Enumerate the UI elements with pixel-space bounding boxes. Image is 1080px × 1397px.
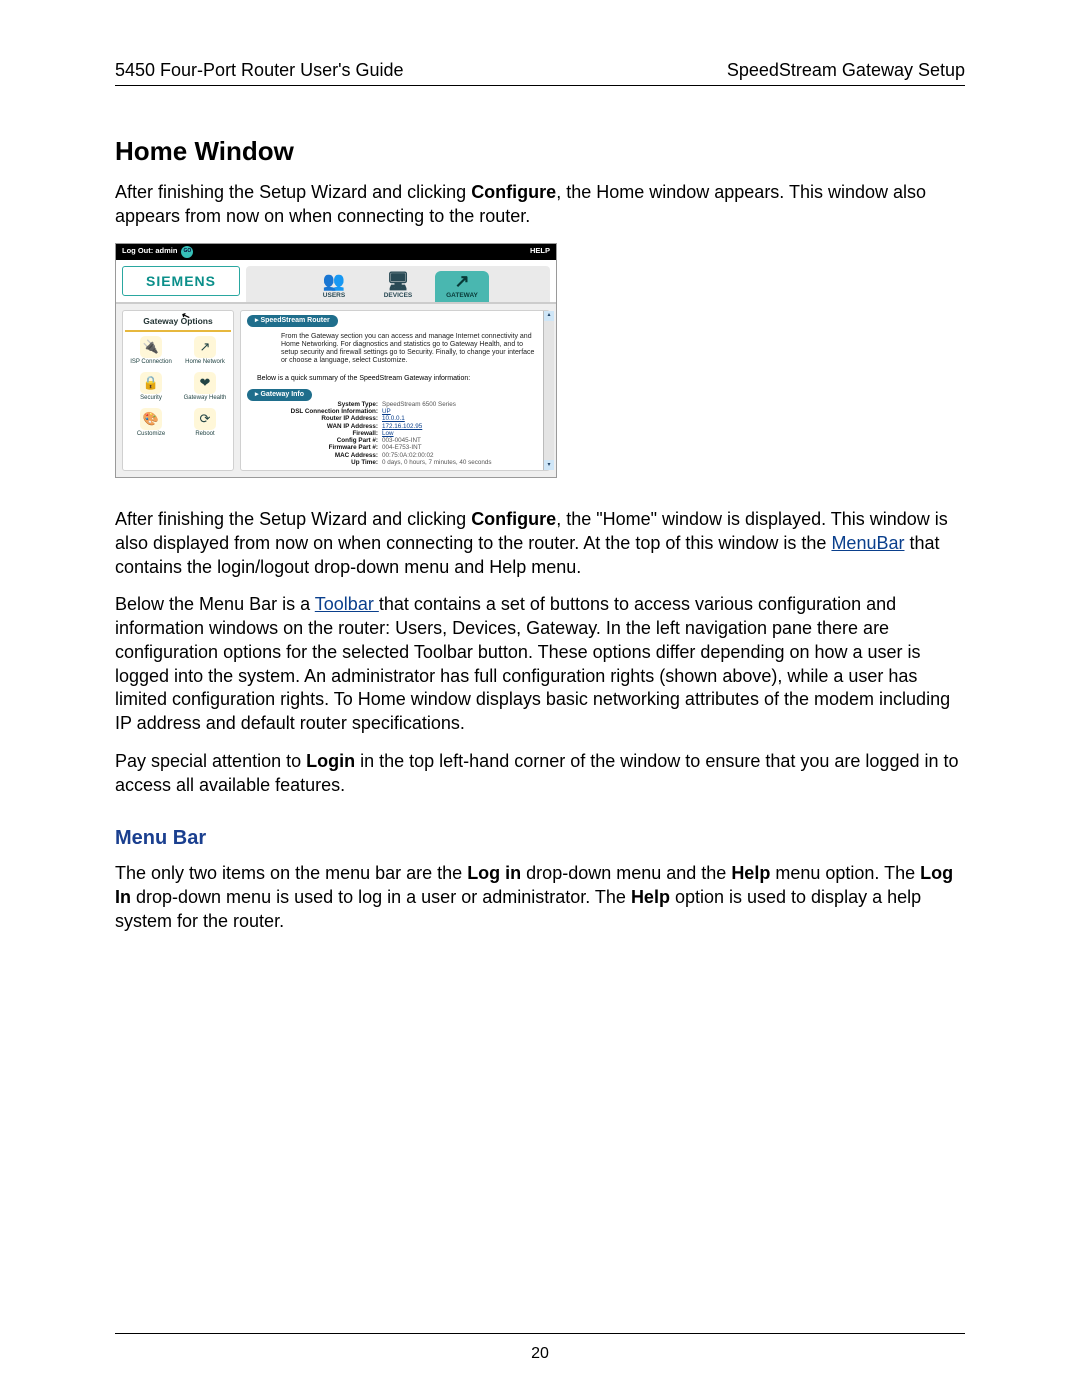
sidebar-grid: 🔌ISP Connection↗Home Network🔒Security❤Ga… [125,336,231,438]
gateway-icon: ↗ [454,271,469,291]
footer-rule [115,1333,965,1334]
summary-lead: Below is a quick summary of the SpeedStr… [247,369,543,385]
paragraph-5: The only two items on the menu bar are t… [115,862,965,933]
info-key: DSL Connection Information: [267,408,382,415]
users-icon: 👥 [323,271,345,291]
p5-t3: menu option. The [770,863,920,883]
tab-label: DEVICES [384,292,413,299]
router-pill[interactable]: ▸ SpeedStream Router [247,315,338,327]
go-button[interactable]: GO [181,246,193,258]
home-network-icon: ↗ [194,336,216,358]
sidebar-item-isp-connection[interactable]: 🔌ISP Connection [125,336,177,366]
toolbar-tabs: 👥USERS 🖥DEVICES ↗GATEWAY [246,266,550,302]
paragraph-3: Below the Menu Bar is a Toolbar that con… [115,593,965,736]
tab-users[interactable]: 👥USERS [307,271,361,301]
devices-icon: 🖥 [387,271,410,291]
header-rule [115,85,965,86]
info-key: Up Time: [267,459,382,466]
p5-b1: Log in [467,863,521,883]
info-value[interactable]: 10.0.0.1 [382,415,543,422]
sidebar-item-label: Security [140,395,162,402]
header-left: 5450 Four-Port Router User's Guide [115,60,404,81]
info-value[interactable]: Low [382,430,543,437]
info-key: Router IP Address: [267,415,382,422]
scrollbar[interactable]: ▴ ▾ [543,311,554,470]
isp-connection-icon: 🔌 [140,336,162,358]
document-page: 5450 Four-Port Router User's Guide Speed… [0,0,1080,1397]
help-menu[interactable]: HELP [530,247,550,256]
p4-b1: Login [306,751,355,771]
intro-text: After finishing the Setup Wizard and cli… [115,182,471,202]
gateway-info-table: System Type:SpeedStream 6500 SeriesDSL C… [247,401,543,466]
scroll-up-icon[interactable]: ▴ [544,311,554,321]
p5-t1: The only two items on the menu bar are t… [115,863,467,883]
gateway-info-pill[interactable]: ▸ Gateway Info [247,389,312,401]
router-header: SIEMENS 👥USERS 🖥DEVICES ↗GATEWAY [116,260,556,304]
p5-t4: drop-down menu is used to log in a user … [131,887,631,907]
intro-bold: Configure [471,182,556,202]
sidebar-item-label: ISP Connection [130,359,172,366]
info-value: 003-0045-INT [382,437,543,444]
paragraph-2: After finishing the Setup Wizard and cli… [115,508,965,579]
info-key: Firewall: [267,430,382,437]
tab-gateway[interactable]: ↗GATEWAY [435,271,489,301]
siemens-logo: SIEMENS [122,266,240,296]
reboot-icon: ⟳ [194,408,216,430]
p2-t1: After finishing the Setup Wizard and cli… [115,509,471,529]
scroll-down-icon[interactable]: ▾ [544,460,554,470]
sidebar-item-label: Customize [137,431,165,438]
gateway-description: From the Gateway section you can access … [247,331,543,369]
tab-label: USERS [323,292,345,299]
p3-t2: that contains a set of buttons to access… [115,594,950,733]
router-menubar: Log Out: admin GO HELP [116,244,556,260]
section-title: Home Window [115,136,965,167]
sidebar-item-security[interactable]: 🔒Security [125,372,177,402]
sidebar-item-label: Reboot [195,431,214,438]
p5-t2: drop-down menu and the [521,863,731,883]
info-value: 004-E753-INT [382,444,543,451]
page-number: 20 [0,1345,1080,1363]
logout-dropdown[interactable]: Log Out: admin [122,247,177,256]
p5-b2: Help [731,863,770,883]
sidebar-title: Gateway Options ↖ [125,315,231,333]
tab-devices[interactable]: 🖥DEVICES [371,271,425,301]
main-panel: ▸ SpeedStream Router From the Gateway se… [240,310,550,471]
menubar-link[interactable]: MenuBar [831,533,904,553]
router-body: Gateway Options ↖ 🔌ISP Connection↗Home N… [116,304,556,477]
sidebar-item-label: Gateway Health [184,395,227,402]
info-key: System Type: [267,401,382,408]
info-key: MAC Address: [267,452,382,459]
subsection-title: Menu Bar [115,827,965,850]
sidebar-item-label: Home Network [185,359,225,366]
sidebar-item-reboot[interactable]: ⟳Reboot [179,408,231,438]
sidebar-title-text: Gateway Options [143,316,212,326]
sidebar-item-customize[interactable]: 🎨Customize [125,408,177,438]
p5-b4: Help [631,887,670,907]
info-key: Firmware Part #: [267,444,382,451]
tab-label: GATEWAY [446,292,478,299]
page-header: 5450 Four-Port Router User's Guide Speed… [115,60,965,85]
info-value: 0 days, 0 hours, 7 minutes, 40 seconds [382,459,543,466]
p2-b1: Configure [471,509,556,529]
sidebar-item-gateway-health[interactable]: ❤Gateway Health [179,372,231,402]
header-right: SpeedStream Gateway Setup [727,60,965,81]
info-key: Config Part #: [267,437,382,444]
info-value: SpeedStream 6500 Series [382,401,543,408]
p4-t1: Pay special attention to [115,751,306,771]
info-key: WAN IP Address: [267,423,382,430]
security-icon: 🔒 [140,372,162,394]
router-screenshot: Log Out: admin GO HELP SIEMENS 👥USERS 🖥DE… [115,243,557,479]
paragraph-4: Pay special attention to Login in the to… [115,750,965,798]
intro-paragraph: After finishing the Setup Wizard and cli… [115,181,965,229]
toolbar-link[interactable]: Toolbar [315,594,379,614]
sidebar: Gateway Options ↖ 🔌ISP Connection↗Home N… [122,310,234,471]
sidebar-item-home-network[interactable]: ↗Home Network [179,336,231,366]
info-value[interactable]: UP [382,408,543,415]
info-value[interactable]: 172.16.102.95 [382,423,543,430]
info-value: 00:75:0A:02:00:02 [382,452,543,459]
gateway-health-icon: ❤ [194,372,216,394]
customize-icon: 🎨 [140,408,162,430]
p3-t1: Below the Menu Bar is a [115,594,315,614]
